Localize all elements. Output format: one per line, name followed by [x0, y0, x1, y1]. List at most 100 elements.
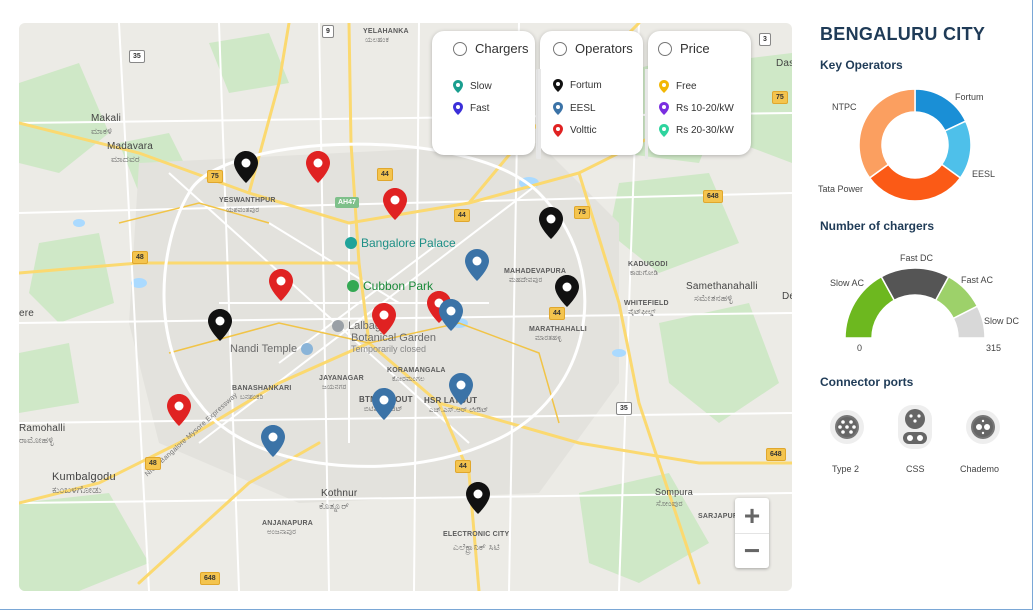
poi-cubbon-park[interactable]: Cubbon Park [347, 279, 433, 293]
park-icon [347, 280, 359, 292]
legend-item-rs-20-30[interactable]: Rs 20-30/kW [659, 124, 734, 137]
highway-shield: 48 [132, 251, 148, 264]
map-label-ere: ere [19, 308, 35, 319]
map-view[interactable]: YELAHANKA ಯಲಹಂಕ Makali ಮಾಕಳಿ Madavara ಮಾ… [19, 23, 792, 591]
map-label-mahadevapura: MAHADEVAPURA [504, 268, 567, 275]
donut-slice-tata-power[interactable] [868, 163, 962, 202]
gauge-label: Fast AC [961, 275, 994, 285]
legend-item-free[interactable]: Free [659, 80, 697, 93]
poi-lalbagh-status: Temporarily closed [351, 344, 427, 354]
map-label-madavara: Madavara [107, 141, 154, 152]
legend-item-fortum[interactable]: Fortum [553, 79, 602, 92]
donut-label: NTPC [832, 102, 857, 112]
map-label-hsr-kn: ಎಚ್‌.ಎಸ್‌.ಆರ್ ಲೇಔಟ್ [429, 407, 489, 414]
legend-item-volttic[interactable]: Volttic [553, 124, 597, 137]
chargers-filter[interactable]: Chargers [453, 41, 528, 56]
highway-shield: 44 [549, 307, 565, 320]
legend-divider [538, 69, 541, 159]
charger-pin-icon[interactable] [372, 303, 396, 335]
highway-shield: 75 [574, 206, 590, 219]
map-label-makali-kn: ಮಾಕಳಿ [91, 126, 113, 136]
number-of-chargers-title: Number of chargers [820, 219, 935, 233]
port-label-css: CSS [906, 464, 925, 474]
legend-item-label: Fast [470, 103, 490, 114]
charger-pin-icon[interactable] [465, 249, 489, 281]
chargers-gauge-chart: Slow AC Fast DC Fast AC Slow DC 0 315 [830, 253, 1020, 353]
chargers-radio[interactable] [453, 41, 467, 56]
donut-label: Tata Power [818, 184, 863, 194]
connector-ports-title: Connector ports [820, 375, 914, 389]
donut-label: Fortum [955, 92, 984, 102]
price-filter-label: Price [680, 41, 710, 56]
legend-item-slow[interactable]: Slow [453, 80, 492, 93]
ccs-connector-icon [898, 405, 932, 449]
poi-label: Cubbon Park [363, 279, 434, 293]
charger-pin-icon[interactable] [261, 425, 285, 457]
price-filter[interactable]: Price [658, 41, 710, 56]
legend-item-label: Rs 10-20/kW [676, 103, 734, 114]
map-label-de: De [782, 291, 792, 302]
map-label-samethanahalli: Samethanahalli [686, 281, 758, 292]
legend-item-fast[interactable]: Fast [453, 102, 489, 115]
charger-pin-icon[interactable] [466, 482, 490, 514]
charger-pin-icon[interactable] [269, 269, 293, 301]
free-pin-icon [659, 80, 669, 93]
highway-shield: 75 [207, 170, 223, 183]
poi-nandi-temple[interactable]: Nandi Temple [230, 343, 314, 355]
highway-shield: 648 [766, 448, 786, 461]
map-label-banashankari-kn: ಬನಶಂಕರಿ [240, 394, 264, 401]
poi-label: Bangalore Palace [361, 236, 456, 250]
highway-shield: 44 [454, 209, 470, 222]
legend-item-eesl[interactable]: EESL [553, 102, 596, 115]
city-title: BENGALURU CITY [820, 24, 986, 44]
map-label-marathahalli: MARATHAHALLI [529, 326, 587, 333]
operators-filter-label: Operators [575, 41, 633, 56]
map-label-mahadevapura-kn: ಮಹದೇವಪುರ [509, 277, 543, 284]
charger-pin-icon[interactable] [208, 309, 232, 341]
legend-item-label: Fortum [570, 80, 602, 91]
donut-slice-ntpc[interactable] [858, 88, 916, 179]
info-panel: BENGALURU CITY Key Operators Fortum EESL T… [808, 0, 1033, 610]
charger-pin-icon[interactable] [383, 188, 407, 220]
charger-pin-icon[interactable] [439, 299, 463, 331]
garden-icon [332, 320, 344, 332]
zoom-out-button[interactable]: − [735, 533, 769, 568]
price-radio[interactable] [658, 41, 672, 56]
mid-price-pin-icon [659, 102, 669, 115]
map-label-jayanagar: JAYANAGAR [319, 375, 364, 382]
charger-pin-icon[interactable] [306, 151, 330, 183]
gauge-range-label: 315 [986, 343, 1001, 353]
charger-pin-icon[interactable] [234, 151, 258, 183]
highway-shield: 3 [759, 33, 771, 46]
donut-label: EESL [972, 169, 995, 179]
charger-pin-icon[interactable] [449, 373, 473, 405]
legend-divider [645, 69, 648, 159]
map-label-koramangala-kn: ಕೋರಮಂಗಲ [392, 376, 425, 383]
zoom-controls: + − [735, 498, 769, 568]
zoom-in-button[interactable]: + [735, 498, 769, 533]
charger-pin-icon[interactable] [539, 207, 563, 239]
map-label-kumbalgodu-kn: ಕುಂಬಳಗೋಡು [52, 485, 102, 496]
map-label-banashankari: BANASHANKARI [232, 385, 292, 392]
highway-shield: 44 [377, 168, 393, 181]
charger-pin-icon[interactable] [555, 275, 579, 307]
operators-radio[interactable] [553, 41, 567, 56]
charger-pin-icon[interactable] [167, 394, 191, 426]
legend-item-label: Rs 20-30/kW [676, 125, 734, 136]
high-price-pin-icon [659, 124, 669, 137]
map-label-kadugodi: KADUGODI [628, 261, 668, 268]
map-label-sompura-kn: ಸೋಂಪುರ [656, 499, 683, 508]
key-operators-title: Key Operators [820, 58, 903, 72]
map-label-koramangala: KORAMANGALA [387, 367, 446, 374]
highway-shield: 44 [455, 460, 471, 473]
poi-bangalore-palace[interactable]: Bangalore Palace [345, 236, 456, 250]
charger-pin-icon[interactable] [372, 388, 396, 420]
legend-item-rs-10-20[interactable]: Rs 10-20/kW [659, 102, 734, 115]
map-label-kothnur: Kothnur [321, 488, 358, 499]
port-label-type2: Type 2 [832, 464, 860, 474]
map-label-das: Das [776, 58, 792, 69]
map-label-ramohalli-kn: ರಾಮೋಹಳ್ಳಿ [19, 435, 54, 445]
legend-operators: Operators Fortum EESL Volttic [540, 31, 643, 155]
highway-shield: 48 [145, 457, 161, 470]
operators-filter[interactable]: Operators [553, 41, 633, 56]
